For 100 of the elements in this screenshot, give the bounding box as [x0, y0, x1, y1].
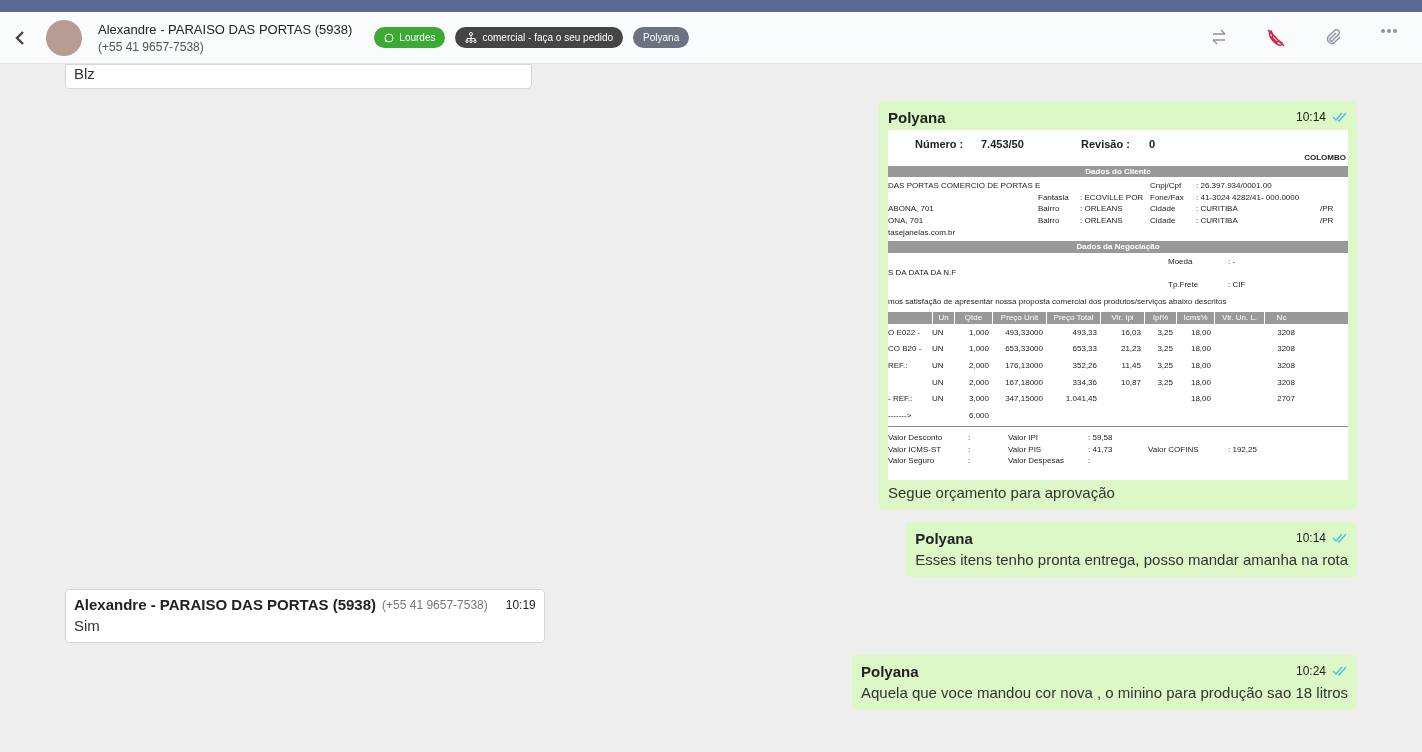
table-cell-text: 1,000	[967, 344, 990, 354]
doc-text: : CURITIBA	[1196, 204, 1239, 214]
table-cell-text: 493,33000	[1004, 327, 1044, 338]
sender-name: Polyana	[915, 529, 973, 547]
table-cell-text: 1,000	[967, 327, 990, 338]
tag[interactable]: comercial - faça o seu pedido	[455, 27, 624, 48]
table-cell-text: CO B20 -	[888, 344, 923, 354]
doc-text: COLOMBO	[1304, 153, 1346, 163]
doc-text: tasejanelas.com.br	[888, 227, 957, 238]
table-cell-text: 493,33	[1071, 327, 1098, 338]
doc-text: :	[968, 456, 972, 467]
hierarchy-icon	[465, 32, 478, 43]
table-cell-text: 653,33000	[1004, 344, 1044, 354]
message-text: Blz	[74, 65, 96, 82]
message-time: 10:19	[504, 597, 536, 612]
doc-text: Valor Desconto	[888, 433, 944, 443]
doc-text: mos satisfação de apresentar nossa proposta comercial dos produtos/serviços abaixo descritos	[888, 296, 1228, 307]
quote-document[interactable]	[888, 130, 1348, 480]
doc-text: Valor Despesas	[1008, 456, 1065, 467]
doc-text: : ORLEANS	[1080, 204, 1124, 214]
avatar	[46, 19, 82, 56]
table-cell-text: UN	[932, 327, 945, 338]
table-cell-text: 16,03	[1119, 327, 1142, 338]
doc-text: Número :	[915, 138, 965, 150]
doc-text: Cidade	[1150, 215, 1177, 226]
table-cell-text: 18,00	[1189, 344, 1212, 354]
table-cell-text: 2707	[1276, 394, 1296, 404]
tag[interactable]: Polyana	[633, 27, 690, 48]
doc-text: 0	[1149, 138, 1156, 150]
column-header: Vlr. Un. L.	[1214, 312, 1264, 324]
column-header: Un	[932, 312, 954, 324]
table-cell-text: 347,15000	[1004, 394, 1044, 404]
table-cell-text: - REF.:	[888, 394, 914, 404]
table-cell-text: 3208	[1276, 344, 1296, 354]
table-cell-text: 1.041,45	[1064, 394, 1098, 404]
table-cell-text: 18,00	[1189, 394, 1212, 404]
double-check-icon	[1332, 112, 1348, 122]
doc-text: : -	[1228, 256, 1237, 267]
doc-text: Valor PIS	[1008, 444, 1043, 455]
doc-text: ONA, 701	[888, 215, 925, 226]
doc-text: Tp.Frete	[1168, 279, 1200, 290]
message-time: 10:24	[1294, 664, 1326, 678]
doc-text: Moeda	[1168, 256, 1194, 267]
message-text: Esses itens tenho pronta entrega, posso mandar amanha na rota	[915, 551, 1348, 568]
table-cell-text: REF.:	[888, 360, 909, 371]
doc-text: : ECOVILLE POR	[1080, 192, 1145, 203]
doc-text: :	[968, 433, 972, 443]
table-cell-text: UN	[932, 360, 945, 371]
message-text: Segue orçamento para aprovação	[888, 484, 1116, 501]
tag[interactable]: Lourdes	[374, 27, 446, 48]
table-cell-text: 352,26	[1071, 360, 1098, 371]
table-cell-text: 653,33	[1071, 344, 1098, 354]
doc-text: : CIF	[1228, 279, 1247, 290]
table-cell-text: O E022 -	[888, 327, 921, 338]
doc-text: : CURITIBA	[1196, 215, 1239, 226]
message-time: 10:14	[1294, 110, 1326, 124]
contact-phone: (+55 41 9657-7538)	[98, 39, 205, 54]
table-cell-text: 176,13000	[1004, 360, 1044, 371]
table-cell-text: UN	[932, 344, 945, 354]
double-check-icon	[1332, 666, 1348, 676]
section-heading: Dados da Negociação	[888, 241, 1348, 253]
table-cell-text: 167,18000	[1004, 377, 1044, 388]
column-header: Vlr. Ipi	[1100, 312, 1144, 324]
doc-text: : 41-3024 4282/41- 000.0000	[1196, 192, 1301, 203]
column-header: Qtde	[954, 312, 992, 324]
table-cell-text: 3,000	[967, 394, 990, 404]
table-cell-text: 2,000	[967, 360, 990, 371]
column-header: Preço Unit	[992, 312, 1046, 324]
doc-text: :	[968, 444, 972, 455]
doc-text: :	[1088, 456, 1092, 467]
doc-text: 7.453/50	[981, 138, 1025, 150]
doc-text: : 41,73	[1088, 444, 1114, 455]
doc-text: Bairro	[1038, 204, 1061, 214]
table-cell-text: 3208	[1276, 327, 1296, 338]
contact-name: Alexandre - PARAISO DAS PORTAS (5938)	[98, 21, 353, 37]
table-cell-text: 334,36	[1071, 377, 1098, 388]
doc-text: /PR	[1320, 215, 1335, 226]
doc-text: Cnpj/Cpf	[1150, 181, 1183, 191]
sender-name: Alexandre - PARAISO DAS PORTAS (5938)	[74, 596, 376, 613]
doc-text: Fone/Fax	[1150, 192, 1185, 203]
doc-text: Revisão :	[1081, 138, 1131, 150]
doc-text: : 192,25	[1228, 444, 1258, 455]
chat-icon	[384, 32, 395, 43]
table-cell-text: 10,87	[1119, 377, 1142, 388]
table-cell-text: 18,00	[1189, 377, 1212, 388]
column-header: Ipi%	[1144, 312, 1176, 324]
table-cell-text: 11,45	[1120, 360, 1142, 371]
section-heading: Dados do Cliente	[888, 165, 1348, 178]
doc-text: Valor COFINS	[1148, 444, 1200, 455]
table-cell-text: 21,23	[1119, 344, 1142, 354]
column-header: Icms%	[1176, 312, 1214, 324]
table-cell-text: 3,25	[1156, 344, 1174, 354]
sender-phone: (+55 41 9657-7538)	[382, 597, 488, 612]
table-cell-text: 6,000	[967, 410, 990, 421]
doc-text: : 26.397.934/0001.00	[1196, 181, 1273, 191]
doc-text: Valor IPI	[1008, 433, 1040, 443]
table-cell-text: 3208	[1276, 360, 1296, 371]
doc-text: S DA DATA DA N.F	[888, 268, 958, 278]
message-time: 10:14	[1294, 531, 1326, 545]
doc-text: /PR	[1320, 204, 1335, 214]
